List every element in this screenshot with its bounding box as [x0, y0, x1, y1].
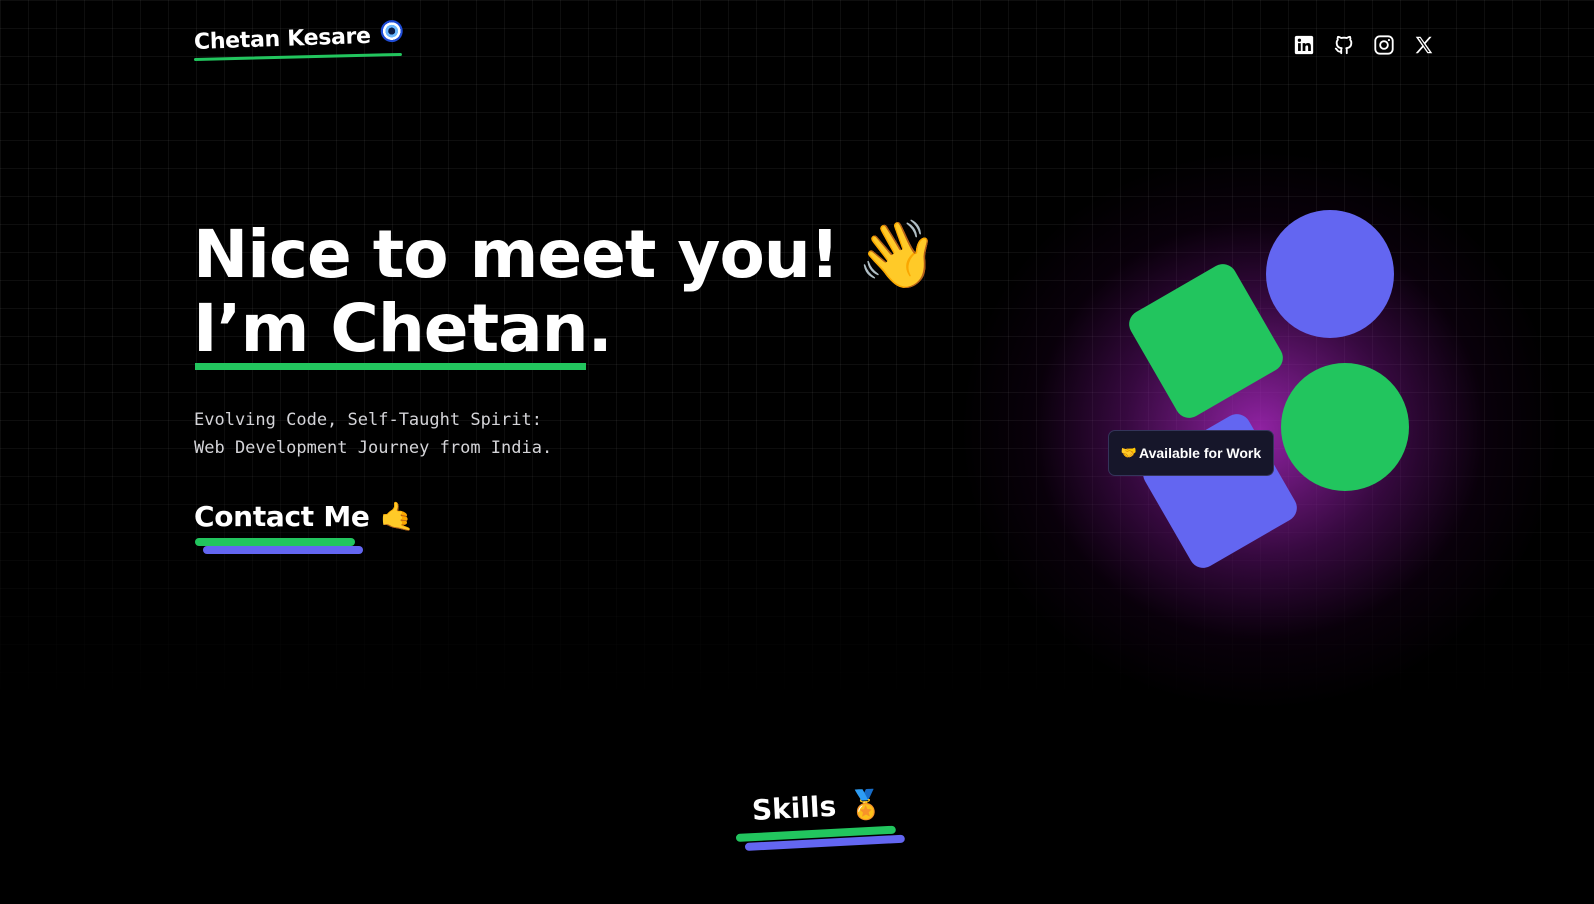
call-me-hand-icon: 🤙 [379, 500, 415, 533]
skills-title: Skills [751, 789, 837, 827]
hero-heading: Nice to meet you! 👋 I’m Chetan. [193, 216, 939, 367]
available-for-work-badge: 🤝 Available for Work [1108, 430, 1274, 476]
portfolio-page: Chetan Kesare Nice to meet you! 👋 I’m Ch… [0, 0, 1594, 904]
linkedin-icon[interactable] [1293, 34, 1315, 56]
nazar-eye-icon [380, 19, 403, 42]
contact-me-link[interactable]: Contact Me 🤙 [194, 500, 414, 533]
green-circle-shape [1281, 363, 1409, 491]
x-icon[interactable] [1413, 34, 1435, 56]
skills-heading: Skills 🏅 [751, 787, 884, 827]
waving-hand-icon: 👋 [856, 216, 939, 293]
medal-icon: 🏅 [847, 787, 884, 822]
social-links [1293, 34, 1435, 56]
hero-greeting: Nice to meet you! [193, 216, 840, 293]
instagram-icon[interactable] [1373, 34, 1395, 56]
handshake-icon: 🤝 [1120, 445, 1138, 460]
indigo-circle-shape [1266, 210, 1394, 338]
hero-line-2: I’m Chetan. [193, 290, 613, 367]
name-underline [195, 363, 586, 370]
contact-underline-blue [203, 546, 363, 554]
contact-underline-green [195, 538, 355, 546]
hero-subtitle: Evolving Code, Self-Taught Spirit: Web D… [194, 410, 553, 458]
hero-line-1: Nice to meet you! 👋 [193, 216, 939, 293]
github-icon[interactable] [1333, 34, 1355, 56]
badge-label: Available for Work [1139, 445, 1262, 461]
contact-me-label: Contact Me [194, 500, 370, 533]
